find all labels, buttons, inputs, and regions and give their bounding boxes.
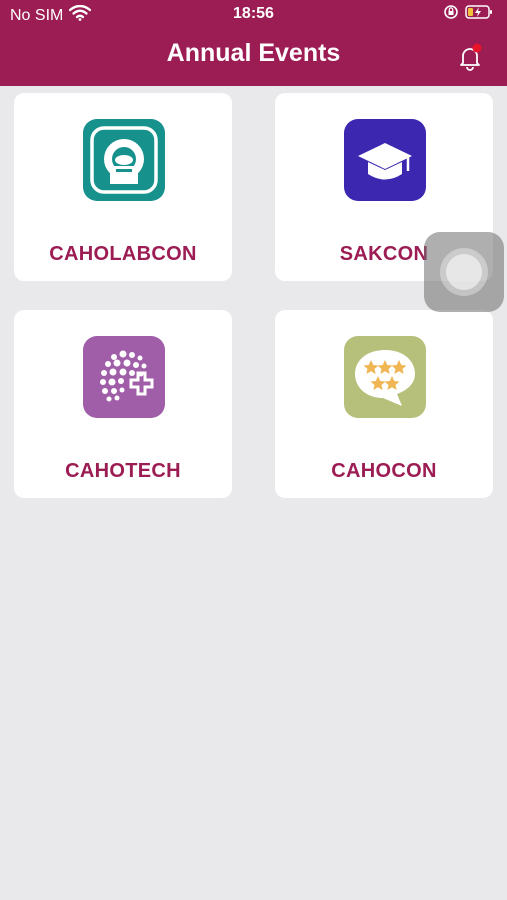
bell-icon [460,43,482,71]
event-label: CAHOCON [331,460,437,482]
event-card-cahotech[interactable]: CAHOTECH [14,310,232,498]
battery-icon [465,4,493,25]
assistive-touch-button[interactable] [424,232,504,312]
orientation-lock-icon [443,4,459,25]
tech-globe-plus-icon [83,336,165,418]
event-card-caholabcon[interactable]: CAHOLABCON [14,93,232,281]
clock: 18:56 [233,5,274,22]
app-header: No SIM 18:56 Annual Events [0,0,507,86]
event-label: CAHOTECH [65,460,181,482]
notification-bell-button[interactable] [455,42,485,72]
status-bar: No SIM 18:56 [0,0,507,28]
mri-scanner-icon [83,119,165,201]
assistive-touch-inner [446,254,482,290]
page-title: Annual Events [166,39,341,67]
event-label: CAHOLABCON [49,243,197,265]
graduation-cap-icon [344,119,426,201]
star-rating-bubble-icon [344,336,426,418]
event-card-cahocon[interactable]: CAHOCON [275,310,493,498]
status-right [443,4,493,25]
